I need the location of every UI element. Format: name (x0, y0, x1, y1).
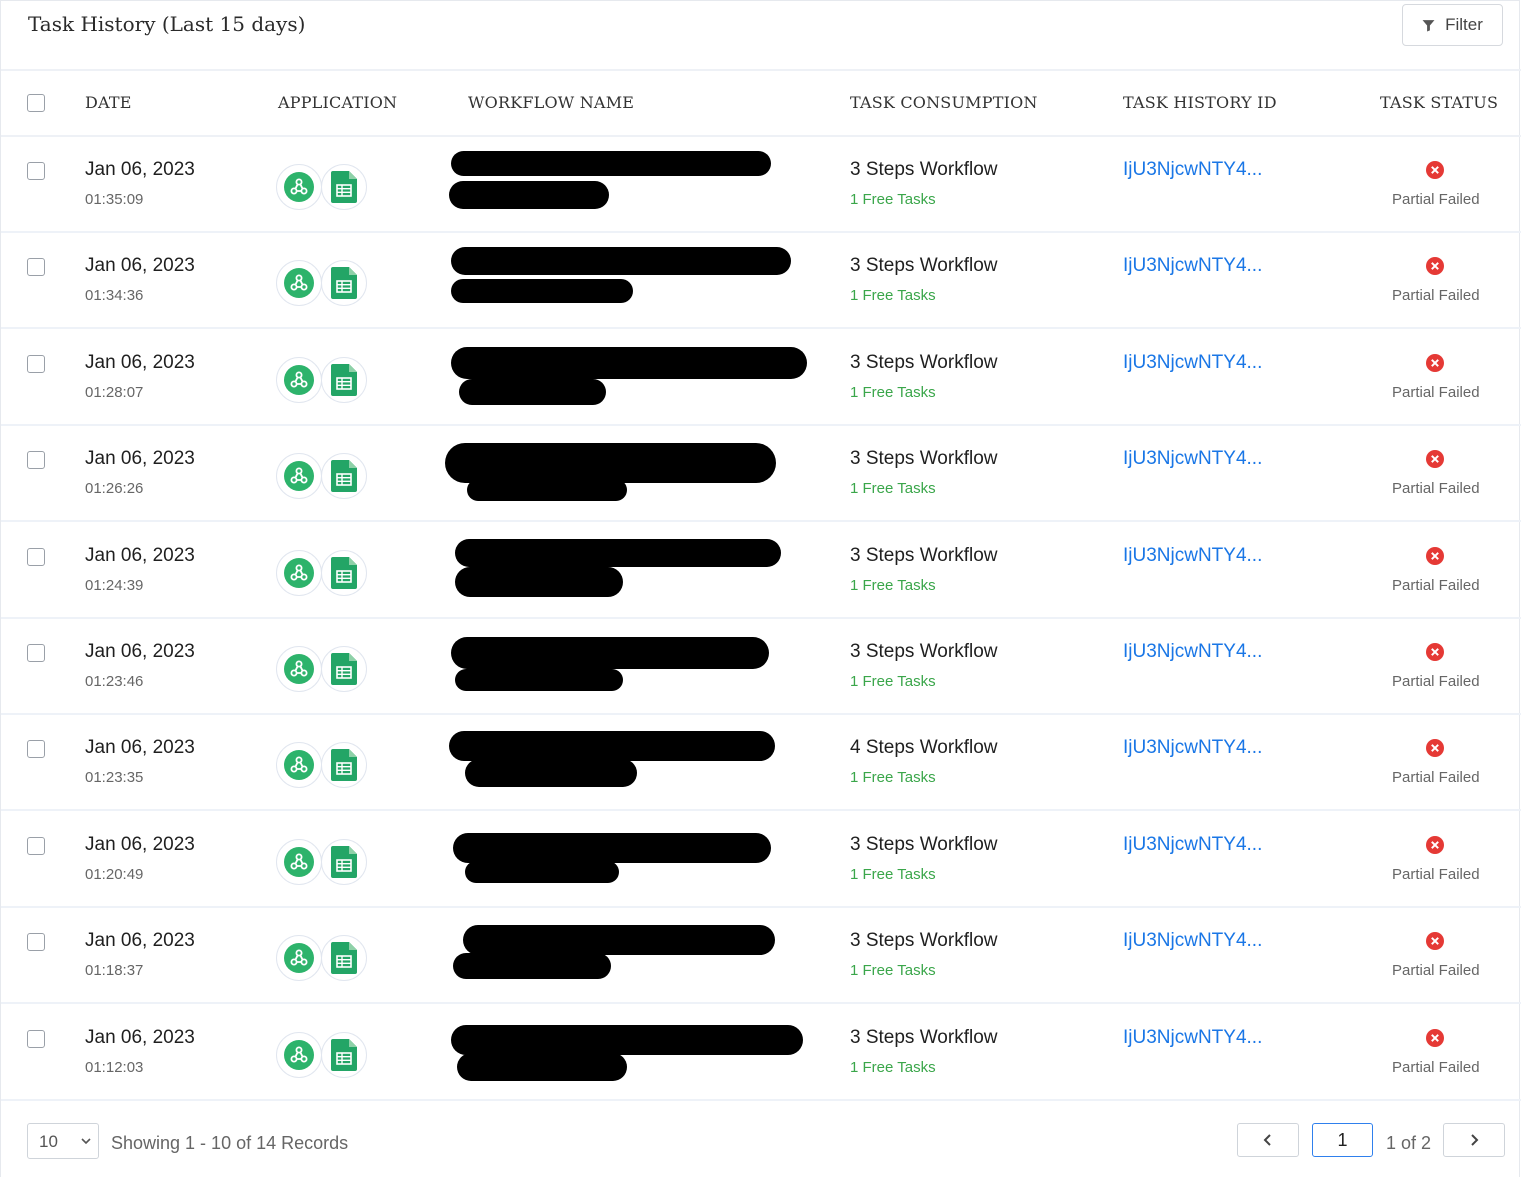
free-tasks: 1 Free Tasks (850, 384, 936, 401)
error-circle-icon (1426, 836, 1444, 854)
free-tasks: 1 Free Tasks (850, 866, 936, 883)
records-summary: Showing 1 - 10 of 14 Records (111, 1133, 349, 1153)
task-status: Partial Failed (1392, 384, 1480, 401)
current-page-input[interactable]: 1 (1312, 1123, 1373, 1157)
table-row[interactable]: Jan 06, 2023 01:23:46 3 Steps Workflow 1… (1, 619, 1521, 715)
task-consumption: 3 Steps Workflow (850, 545, 998, 566)
redacted-workflow-name (455, 539, 781, 597)
error-circle-icon (1426, 257, 1444, 275)
task-status: Partial Failed (1392, 866, 1480, 883)
error-circle-icon (1426, 161, 1444, 179)
table-header: DATE APPLICATION WORKFLOW NAME TASK CONS… (1, 71, 1521, 137)
free-tasks: 1 Free Tasks (850, 577, 936, 594)
column-date[interactable]: DATE (85, 93, 132, 112)
redacted-workflow-name (453, 925, 775, 979)
error-circle-icon (1426, 643, 1444, 661)
task-status: Partial Failed (1392, 191, 1480, 208)
free-tasks: 1 Free Tasks (850, 673, 936, 690)
task-consumption: 4 Steps Workflow (850, 737, 998, 758)
next-page-button[interactable] (1443, 1123, 1505, 1157)
error-circle-icon (1426, 450, 1444, 468)
task-consumption: 3 Steps Workflow (850, 641, 998, 662)
table-row[interactable]: Jan 06, 2023 01:24:39 3 Steps Workflow 1… (1, 523, 1521, 619)
task-consumption: 3 Steps Workflow (850, 834, 998, 855)
page-size-select[interactable]: 10 (27, 1123, 99, 1159)
filter-button[interactable]: Filter (1402, 4, 1503, 46)
table-row[interactable]: Jan 06, 2023 01:23:35 4 Steps Workflow 1… (1, 715, 1521, 811)
column-application[interactable]: APPLICATION (278, 93, 397, 112)
column-workflow-name[interactable]: WORKFLOW NAME (468, 93, 634, 112)
redacted-workflow-name (451, 347, 807, 405)
error-circle-icon (1426, 739, 1444, 757)
free-tasks: 1 Free Tasks (850, 191, 936, 208)
task-status: Partial Failed (1392, 287, 1480, 304)
task-history-id-link[interactable]: IjU3NjcwNTY4... (1123, 737, 1262, 759)
task-status: Partial Failed (1392, 1059, 1480, 1076)
header-bar: Task History (Last 15 days) Filter (1, 1, 1521, 71)
table-row[interactable]: Jan 06, 2023 01:34:36 3 Steps Workflow 1… (1, 233, 1521, 329)
task-history-id-link[interactable]: IjU3NjcwNTY4... (1123, 930, 1262, 952)
task-history-id-link[interactable]: IjU3NjcwNTY4... (1123, 545, 1262, 567)
task-status: Partial Failed (1392, 962, 1480, 979)
table-row[interactable]: Jan 06, 2023 01:12:03 3 Steps Workflow 1… (1, 1005, 1521, 1101)
task-consumption: 3 Steps Workflow (850, 1027, 998, 1048)
column-task-history-id[interactable]: TASK HISTORY ID (1123, 93, 1277, 112)
task-status: Partial Failed (1392, 480, 1480, 497)
task-history-id-link[interactable]: IjU3NjcwNTY4... (1123, 834, 1262, 856)
task-history-id-link[interactable]: IjU3NjcwNTY4... (1123, 255, 1262, 277)
redacted-workflow-name (449, 731, 775, 787)
page-title: Task History (Last 15 days) (28, 12, 306, 36)
task-history-id-link[interactable]: IjU3NjcwNTY4... (1123, 448, 1262, 470)
error-circle-icon (1426, 354, 1444, 372)
task-history-panel: Task History (Last 15 days) Filter DATE … (0, 0, 1521, 1178)
redacted-workflow-name (445, 443, 776, 501)
task-history-id-link[interactable]: IjU3NjcwNTY4... (1123, 159, 1262, 181)
task-consumption: 3 Steps Workflow (850, 930, 998, 951)
task-history-id-link[interactable]: IjU3NjcwNTY4... (1123, 641, 1262, 663)
chevron-down-icon (81, 1138, 91, 1145)
filter-label: Filter (1445, 15, 1483, 34)
prev-page-button[interactable] (1237, 1123, 1299, 1157)
redacted-workflow-name (451, 637, 769, 691)
redacted-workflow-name (449, 151, 771, 209)
error-circle-icon (1426, 1029, 1444, 1047)
table-row[interactable]: Jan 06, 2023 01:26:26 3 Steps Workflow 1… (1, 426, 1521, 522)
select-all-checkbox[interactable] (27, 94, 45, 112)
filter-icon (1422, 19, 1435, 31)
free-tasks: 1 Free Tasks (850, 769, 936, 786)
page-count: 1 of 2 (1386, 1133, 1432, 1153)
free-tasks: 1 Free Tasks (850, 962, 936, 979)
pagination-footer: 10 Showing 1 - 10 of 14 Records 1 1 of 2 (1, 1099, 1521, 1178)
table-row[interactable]: Jan 06, 2023 01:28:07 3 Steps Workflow 1… (1, 330, 1521, 426)
task-consumption: 3 Steps Workflow (850, 448, 998, 469)
redacted-workflow-name (453, 833, 771, 883)
free-tasks: 1 Free Tasks (850, 480, 936, 497)
free-tasks: 1 Free Tasks (850, 287, 936, 304)
task-consumption: 3 Steps Workflow (850, 255, 998, 276)
task-status: Partial Failed (1392, 769, 1480, 786)
page-size-value: 10 (39, 1132, 58, 1151)
column-task-status[interactable]: TASK STATUS (1380, 93, 1498, 112)
task-status: Partial Failed (1392, 577, 1480, 594)
error-circle-icon (1426, 547, 1444, 565)
task-consumption: 3 Steps Workflow (850, 159, 998, 180)
chevron-right-icon (1471, 1134, 1479, 1146)
free-tasks: 1 Free Tasks (850, 1059, 936, 1076)
task-history-id-link[interactable]: IjU3NjcwNTY4... (1123, 1027, 1262, 1049)
chevron-left-icon (1263, 1134, 1271, 1146)
table-row[interactable]: Jan 06, 2023 01:35:09 3 Steps Workflow 1… (1, 137, 1521, 233)
table-row[interactable]: Jan 06, 2023 01:20:49 3 Steps Workflow 1… (1, 812, 1521, 908)
task-history-id-link[interactable]: IjU3NjcwNTY4... (1123, 352, 1262, 374)
error-circle-icon (1426, 932, 1444, 950)
task-consumption: 3 Steps Workflow (850, 352, 998, 373)
task-status: Partial Failed (1392, 673, 1480, 690)
redacted-workflow-name (451, 1025, 803, 1081)
column-task-consumption[interactable]: TASK CONSUMPTION (850, 93, 1038, 112)
redacted-workflow-name (451, 247, 791, 303)
table-row[interactable]: Jan 06, 2023 01:18:37 3 Steps Workflow 1… (1, 908, 1521, 1004)
